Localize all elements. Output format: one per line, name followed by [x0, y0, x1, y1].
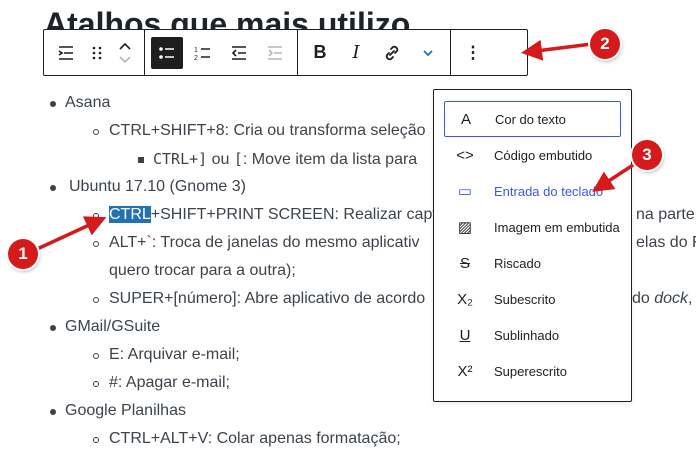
menu-item-inline-code[interactable]: <> Código embutido: [444, 137, 621, 173]
list-item-sheets-1: CTRL+ALT+V: Colar apenas formatação;: [109, 430, 401, 447]
list-item-ubuntu-1-tail: na parte d: [636, 206, 696, 223]
annotation-badge-2: 2: [590, 29, 620, 59]
list-bullet: [50, 101, 56, 107]
list-item-ubuntu-2: ALT+`: Troca de janelas do mesmo aplicat…: [109, 234, 420, 251]
strikethrough-icon: S: [459, 254, 470, 272]
more-rich-text-chevron-icon[interactable]: [410, 35, 446, 71]
text-move: : Move item da lista para: [242, 151, 418, 168]
menu-item-label: Subescrito: [494, 291, 556, 307]
list-item-ubuntu: Ubuntu 17.10 (Gnome 3): [69, 178, 246, 195]
indent-icon[interactable]: [257, 35, 293, 71]
list-item-sheets: Google Planilhas: [65, 402, 186, 419]
superscript-icon: X²: [457, 362, 473, 380]
menu-item-label: Imagem em embutida: [494, 219, 620, 235]
list-item-gmail-1: E: Arquivar e-mail;: [109, 346, 240, 363]
svg-text:1: 1: [194, 47, 198, 54]
list-item-asana: Asana: [65, 94, 111, 111]
text-rest: +SHIFT+PRINT SCREEN: Realizar capt: [150, 206, 437, 223]
italic-icon[interactable]: I: [338, 35, 374, 71]
list-bullet: [138, 157, 144, 163]
inline-image-icon: ▨: [457, 219, 473, 236]
menu-item-strikethrough[interactable]: S Riscado: [444, 245, 621, 281]
list-item-gmail: GMail/GSuite: [65, 318, 161, 335]
toolbar-group-options: ⋮: [451, 30, 495, 75]
toolbar-group-block: [44, 30, 145, 75]
text-dock: dock: [654, 290, 689, 307]
selected-text[interactable]: CTRL: [109, 206, 151, 223]
list-item-gmail-2: #: Apagar e-mail;: [109, 374, 230, 391]
list-item-ubuntu-2-cont: quero trocar para a outra);: [109, 262, 296, 279]
menu-item-label: Riscado: [494, 255, 541, 271]
list-block-icon[interactable]: [48, 35, 84, 71]
annotation-arrow-1: [34, 216, 107, 252]
text-color-icon: A: [460, 110, 471, 128]
list-bullet: [93, 353, 99, 359]
menu-item-label: Cor do texto: [495, 111, 566, 127]
list-bullet: [93, 129, 99, 135]
menu-item-label: Código embutido: [494, 147, 593, 163]
menu-item-inline-image[interactable]: ▨ Imagem em embutida: [444, 209, 621, 245]
code-icon: <>: [456, 146, 474, 164]
list-bullet: [50, 409, 56, 415]
bold-icon[interactable]: B: [302, 35, 338, 71]
block-toolbar: 12 B I ⋮: [43, 29, 528, 76]
menu-item-label: Entrada do teclado: [494, 183, 604, 199]
link-icon[interactable]: [374, 35, 410, 71]
move-up-down-icon[interactable]: [110, 35, 140, 71]
annotation-arrow-2: [521, 39, 593, 61]
list-bullet: [93, 437, 99, 443]
toolbar-group-format: B I: [298, 30, 451, 75]
menu-item-superscript[interactable]: X² Superescrito: [444, 353, 621, 389]
ordered-list-icon[interactable]: 12: [185, 35, 221, 71]
list-bullet: [93, 381, 99, 387]
menu-item-text-color[interactable]: A Cor do texto: [444, 101, 621, 137]
menu-item-keyboard-input[interactable]: ▭ Entrada do teclado: [444, 173, 621, 209]
annotation-badge-1: 1: [8, 239, 38, 269]
keyboard-icon: ▭: [457, 183, 473, 200]
list-bullet: [50, 185, 56, 191]
list-bullet: [93, 297, 99, 303]
menu-item-underline[interactable]: U Sublinhado: [444, 317, 621, 353]
menu-item-subscript[interactable]: X₂ Subescrito: [444, 281, 621, 317]
toolbar-group-list: 12: [145, 30, 298, 75]
code-ctrl-bracket: CTRL+]: [153, 150, 208, 168]
list-bullet: [93, 241, 99, 247]
list-item-asana-1: CTRL+SHIFT+8: Cria ou transforma seleção: [109, 122, 426, 139]
svg-text:2: 2: [194, 55, 198, 62]
code-bracket: [: [233, 150, 243, 168]
outdent-icon[interactable]: [221, 35, 257, 71]
unordered-list-icon[interactable]: [151, 36, 183, 69]
menu-item-label: Superescrito: [494, 363, 567, 379]
list-item-ubuntu-2-tail: elas do F: [636, 234, 696, 251]
drag-handle-icon[interactable]: [84, 35, 110, 71]
list-item-ubuntu-1: CTRL+SHIFT+PRINT SCREEN: Realizar capt: [109, 201, 437, 229]
text-or: ou: [207, 151, 234, 168]
list-item-ubuntu-3-tail: do dock,: [632, 285, 693, 313]
menu-item-label: Sublinhado: [494, 327, 560, 343]
more-options-icon[interactable]: ⋮: [455, 35, 491, 71]
rich-text-dropdown-menu: A Cor do texto <> Código embutido ▭ Entr…: [433, 89, 632, 402]
subscript-icon: X₂: [457, 290, 473, 308]
list-bullet: [93, 213, 99, 219]
list-bullet: [50, 325, 56, 331]
text-comma: ,: [688, 290, 693, 307]
list-item-ubuntu-3: SUPER+[número]: Abre aplicativo de acord…: [109, 290, 426, 307]
annotation-badge-3: 3: [632, 140, 662, 170]
text-do: do: [632, 290, 655, 307]
list-item-asana-1-1: CTRL+] ou [: Move item da lista para: [153, 145, 417, 174]
underline-icon: U: [459, 326, 471, 344]
